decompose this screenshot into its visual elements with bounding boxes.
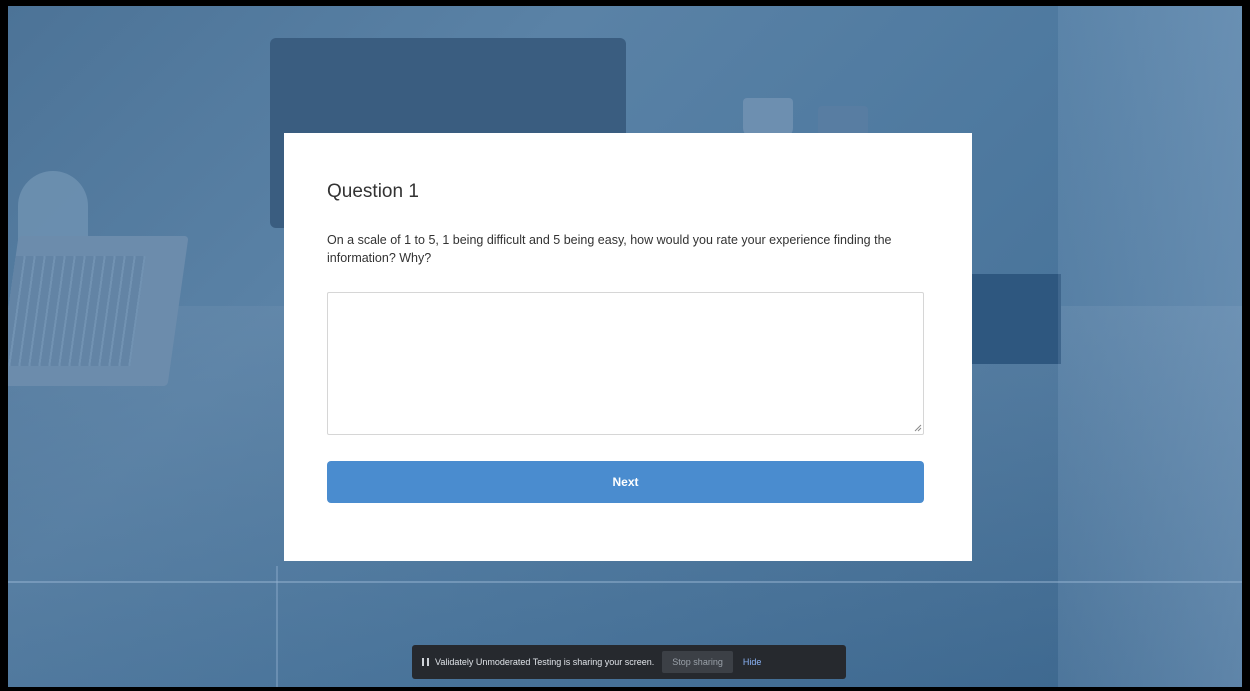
- background-cup: [818, 106, 868, 136]
- question-text: On a scale of 1 to 5, 1 being difficult …: [327, 233, 892, 265]
- next-button[interactable]: Next: [327, 461, 924, 503]
- background-desk-edge: [8, 581, 1242, 583]
- background-mug: [743, 98, 793, 138]
- background-light: [1058, 6, 1242, 687]
- share-message: Validately Unmoderated Testing is sharin…: [435, 657, 655, 667]
- background-box: [971, 274, 1061, 364]
- question-card: Question 1 On a scale of 1 to 5, 1 being…: [284, 133, 972, 561]
- hide-link[interactable]: Hide: [743, 657, 762, 667]
- stop-sharing-button[interactable]: Stop sharing: [662, 651, 733, 673]
- background-desk-vertical-edge: [276, 566, 278, 687]
- background-laptop-keys: [8, 256, 146, 366]
- answer-textarea[interactable]: [327, 292, 924, 435]
- question-title: Question 1: [327, 181, 419, 202]
- screen-share-bar: Validately Unmoderated Testing is sharin…: [412, 645, 846, 679]
- resize-grip-icon[interactable]: [914, 424, 922, 432]
- pause-icon[interactable]: [422, 658, 429, 666]
